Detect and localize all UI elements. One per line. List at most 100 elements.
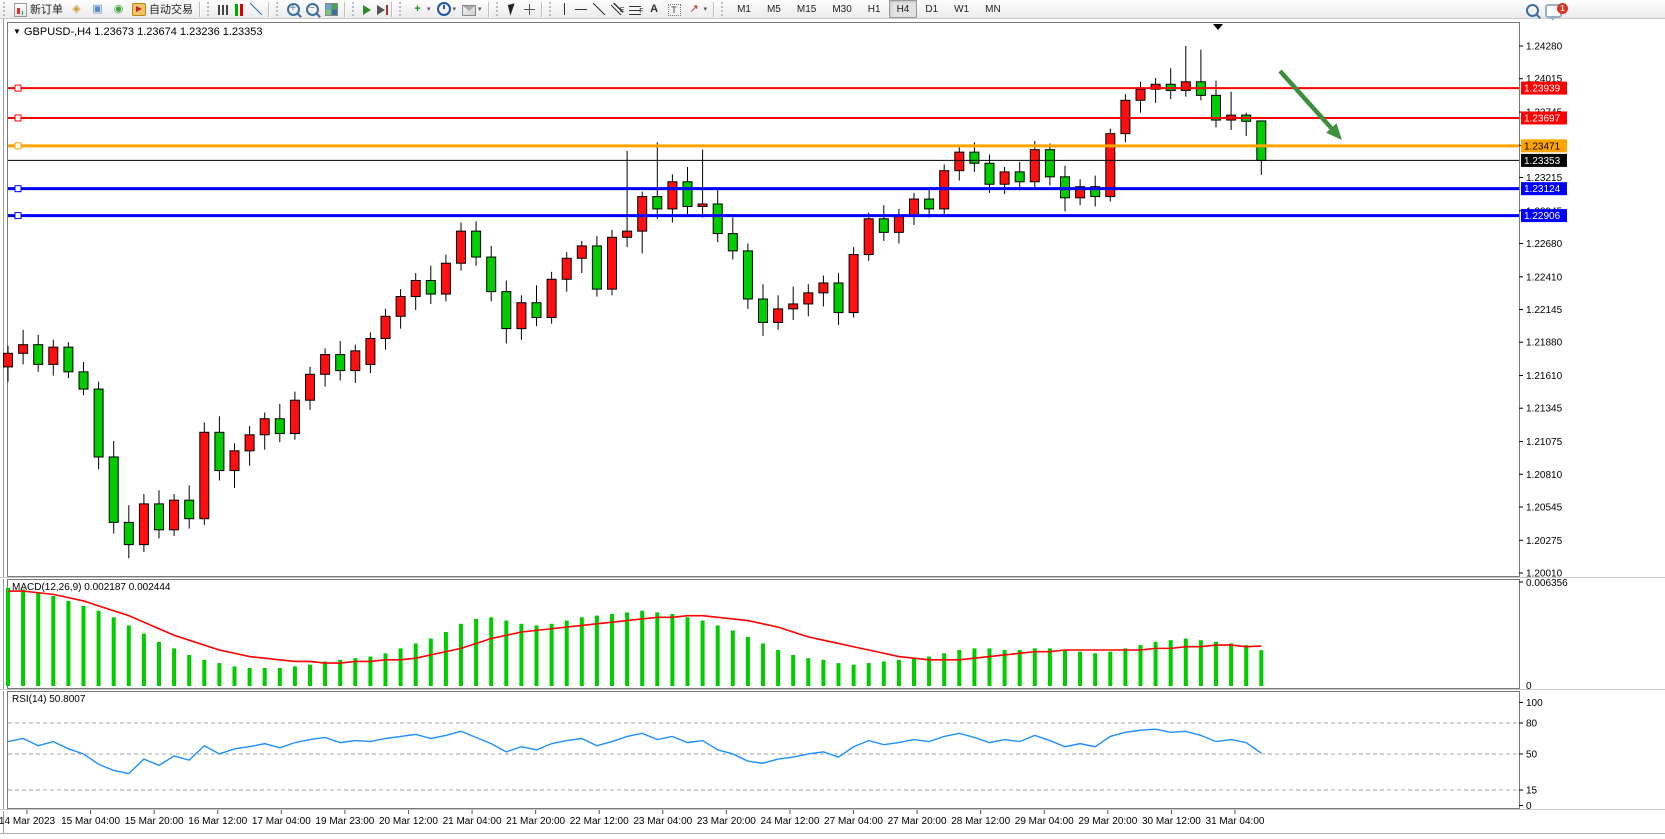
- candle: [1257, 121, 1266, 160]
- macd-bar: [988, 648, 992, 686]
- text-tool[interactable]: A: [644, 0, 665, 18]
- candle: [1045, 150, 1054, 177]
- macd-bar: [278, 668, 282, 686]
- macd-bar: [293, 666, 297, 686]
- tf-h1[interactable]: H1: [860, 0, 889, 18]
- candle: [774, 309, 783, 323]
- macd-bar: [1018, 650, 1022, 686]
- candle: [562, 258, 571, 279]
- auto-trading-button[interactable]: 自动交易: [129, 0, 196, 18]
- macd-axis-min: 0: [1526, 681, 1532, 692]
- time-axis-label: 15 Mar 20:00: [125, 816, 184, 827]
- toolbar-drag-handle: [721, 2, 726, 16]
- tf-h4[interactable]: H4: [889, 0, 918, 18]
- macd-bar: [927, 657, 931, 686]
- tf-w1[interactable]: W1: [946, 0, 977, 18]
- auto-scroll-button-icon: [363, 5, 371, 15]
- dropdown-arrow-icon: ▾: [427, 5, 431, 13]
- time-axis-label: 30 Mar 12:00: [1142, 816, 1201, 827]
- line-handle[interactable]: [15, 186, 21, 192]
- time-axis-label: 24 Mar 12:00: [760, 816, 819, 827]
- line-handle[interactable]: [15, 85, 21, 91]
- time-axis-label: 16 Mar 12:00: [188, 816, 247, 827]
- macd-bar: [1078, 652, 1082, 686]
- macd-bar: [942, 653, 946, 686]
- toolbar-separator: [3, 2, 8, 16]
- macd-bar: [1123, 648, 1127, 686]
- macd-bar: [112, 617, 116, 686]
- periods-button[interactable]: ▾: [434, 0, 460, 18]
- line-handle[interactable]: [15, 143, 21, 149]
- cursor-tool-button[interactable]: [504, 0, 521, 18]
- text-tool-icon: A: [647, 2, 662, 16]
- line-chart-button[interactable]: [247, 0, 265, 18]
- new-order-button-label: 新订单: [30, 1, 63, 17]
- chart-shift-button[interactable]: [374, 0, 388, 18]
- macd-bar: [957, 650, 961, 686]
- search-button[interactable]: [1523, 1, 1542, 19]
- trendline-tool-icon: [593, 3, 605, 15]
- line-handle[interactable]: [15, 115, 21, 121]
- tile-windows-button[interactable]: [322, 0, 341, 18]
- bar-chart-button[interactable]: [215, 0, 231, 18]
- macd-bar: [1259, 650, 1263, 686]
- dropdown-arrow-icon: ▾: [478, 5, 482, 13]
- templates-button[interactable]: ▾: [459, 0, 485, 18]
- auto-scroll-button[interactable]: [360, 0, 374, 18]
- horizontal-line-tool[interactable]: [572, 0, 590, 18]
- label-tool[interactable]: T: [665, 0, 684, 18]
- tf-m15[interactable]: M15: [789, 0, 824, 18]
- line-handle[interactable]: [15, 213, 21, 219]
- macd-bar: [233, 666, 237, 686]
- candle: [1136, 89, 1145, 100]
- signals-icon[interactable]: ◉: [108, 0, 129, 18]
- search-icon: [1526, 4, 1539, 17]
- channel-tool[interactable]: [608, 0, 626, 18]
- candle: [577, 246, 586, 258]
- toolbar-separator: [713, 2, 715, 17]
- toolbar-drag-handle: [276, 2, 281, 16]
- candle: [1212, 95, 1221, 120]
- macd-bar: [21, 589, 25, 686]
- candle: [79, 372, 88, 389]
- candle: [1000, 172, 1009, 184]
- deposit-icon[interactable]: ◈: [66, 0, 87, 18]
- candle: [290, 400, 299, 433]
- candlestick-chart-button[interactable]: [231, 0, 247, 18]
- tf-m5[interactable]: M5: [759, 0, 789, 18]
- tf-m1[interactable]: M1: [729, 0, 759, 18]
- zoom-in-button[interactable]: [284, 0, 303, 18]
- tf-mn[interactable]: MN: [977, 0, 1009, 18]
- fibonacci-tool-icon: [629, 6, 641, 15]
- price-badge-label: 1.23697: [1524, 113, 1561, 124]
- candle: [1030, 150, 1039, 182]
- tf-m30[interactable]: M30: [824, 0, 859, 18]
- candle: [275, 419, 284, 434]
- candle: [668, 182, 677, 209]
- macd-axis-max: 0.006356: [1526, 578, 1568, 589]
- macd-bar: [791, 655, 795, 686]
- macd-bar: [157, 642, 161, 686]
- main-toolbar: 新订单◈▣◉自动交易+▾▾▾AT↗▾M1M5M15M30H1H4D1W1MN1: [0, 0, 1665, 19]
- macd-bar: [550, 624, 554, 686]
- crosshair-tool-button[interactable]: [521, 0, 538, 18]
- chart-canvas[interactable]: 1.242801.240151.237451.234751.232151.229…: [0, 0, 1665, 839]
- time-axis-label: 27 Mar 04:00: [824, 816, 883, 827]
- toolbar-separator: [268, 2, 270, 17]
- candle: [532, 303, 541, 318]
- arrows-tool[interactable]: ↗▾: [684, 0, 711, 18]
- macd-bar: [504, 621, 508, 686]
- chat-button[interactable]: 1: [1542, 1, 1565, 19]
- candle: [623, 231, 632, 237]
- fibonacci-tool[interactable]: [626, 0, 644, 18]
- macd-bar: [912, 658, 916, 686]
- vertical-line-tool[interactable]: [557, 0, 572, 18]
- remote-terminal-icon[interactable]: ▣: [87, 0, 108, 18]
- tf-d1[interactable]: D1: [917, 0, 946, 18]
- indicators-button[interactable]: +▾: [407, 0, 434, 18]
- trendline-tool[interactable]: [590, 0, 608, 18]
- new-order-button[interactable]: 新订单: [11, 0, 66, 18]
- zoom-out-button[interactable]: [303, 0, 322, 18]
- macd-bar: [1033, 648, 1037, 686]
- price-tick-label: 1.20545: [1526, 502, 1563, 513]
